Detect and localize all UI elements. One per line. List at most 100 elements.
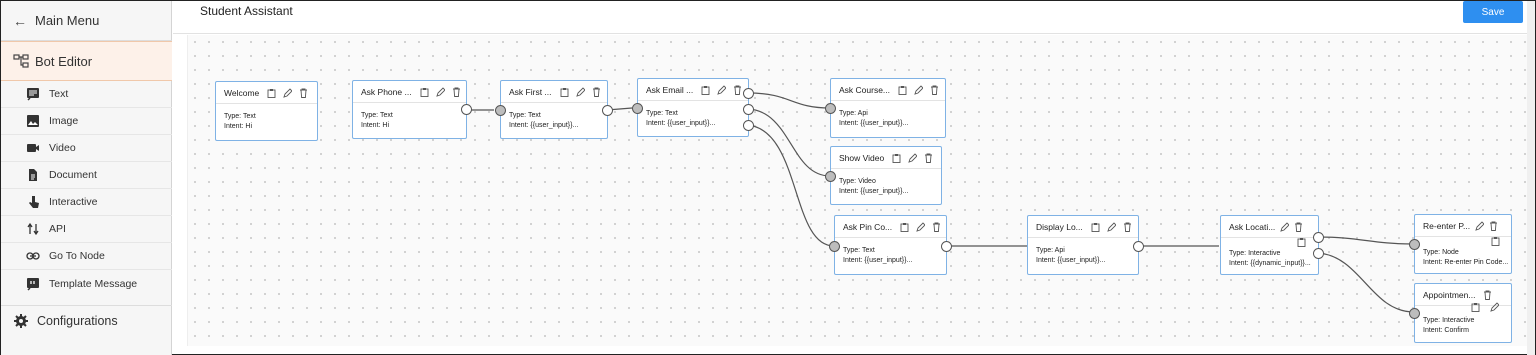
api-icon	[26, 222, 40, 236]
output-port[interactable]	[1313, 232, 1324, 243]
edit-icon[interactable]	[1490, 302, 1499, 312]
clipboard-icon[interactable]	[892, 153, 901, 163]
clipboard-icon[interactable]	[420, 87, 429, 97]
sidebar: ← Main Menu Bot Editor Text Image Video …	[1, 1, 172, 355]
node-title: Ask Email ...	[646, 84, 694, 95]
clipboard-icon[interactable]	[1297, 237, 1306, 247]
output-port[interactable]	[743, 104, 754, 115]
flow-node-ask-email[interactable]: Ask Email ... Type: Text Intent: {{user_i…	[632, 78, 754, 137]
gear-icon	[13, 313, 29, 329]
output-port[interactable]	[743, 120, 754, 131]
delete-icon[interactable]	[1489, 221, 1498, 231]
node-intent: Intent: Confirm	[1423, 327, 1469, 334]
node-intent: Intent: {{user_input}}...	[646, 120, 716, 127]
clipboard-icon[interactable]	[1491, 236, 1500, 246]
node-type: Type: Api	[839, 110, 868, 117]
edit-icon[interactable]	[435, 86, 445, 97]
sidebar-item-interactive[interactable]: Interactive	[1, 189, 172, 216]
node-type: Type: Text	[509, 112, 541, 119]
main-menu-link[interactable]: ← Main Menu	[1, 1, 172, 41]
bot-editor-tab[interactable]: Bot Editor	[1, 41, 172, 81]
clipboard-icon[interactable]	[900, 222, 909, 232]
input-port[interactable]	[1409, 308, 1420, 319]
delete-icon[interactable]	[452, 87, 461, 97]
configurations-label: Configurations	[37, 313, 118, 328]
edit-icon[interactable]	[283, 87, 293, 98]
clipboard-icon[interactable]	[1091, 222, 1100, 232]
output-port[interactable]	[602, 105, 613, 116]
flow-node-ask-first[interactable]: Ask First ... Type: Text Intent: {{user_i…	[495, 80, 613, 139]
clipboard-icon[interactable]	[267, 88, 276, 98]
edit-icon[interactable]	[717, 84, 727, 95]
sidebar-item-document[interactable]: Document	[1, 162, 172, 189]
input-port[interactable]	[1409, 239, 1420, 250]
flow-node-re-enter-pin[interactable]: Re-enter P... Type: Node Intent: Re-enter…	[1409, 214, 1512, 274]
input-port[interactable]	[825, 103, 836, 114]
edit-icon[interactable]	[575, 86, 585, 97]
node-title: Appointmen...	[1423, 289, 1476, 300]
sidebar-item-video[interactable]: Video	[1, 135, 172, 162]
edit-icon[interactable]	[916, 221, 926, 232]
delete-icon[interactable]	[930, 85, 939, 95]
node-intent: Intent: Re-enter Pin Code...	[1423, 259, 1509, 266]
sidebar-item-image[interactable]: Image	[1, 108, 172, 135]
vertical-scrollbar[interactable]	[1527, 1, 1535, 355]
delete-icon[interactable]	[1483, 290, 1492, 300]
flow-node-display-location[interactable]: Display Lo... Type: Api Intent: {{user_in…	[1027, 215, 1144, 275]
clipboard-icon[interactable]	[1471, 302, 1480, 312]
sidebar-item-label: API	[49, 223, 66, 235]
delete-icon[interactable]	[592, 87, 601, 97]
node-intent: Intent: {{user_input}}...	[839, 188, 909, 195]
flow-node-ask-phone[interactable]: Ask Phone ... Type: Text Intent: Hi	[352, 80, 472, 139]
edit-icon[interactable]	[914, 84, 924, 95]
flow-node-appointment[interactable]: Appointmen... Type: Interactive Intent: C…	[1409, 283, 1512, 343]
sidebar-item-api[interactable]: API	[1, 216, 172, 243]
edit-icon[interactable]	[1280, 221, 1290, 232]
main-menu-label: Main Menu	[35, 13, 100, 28]
node-type: Type: Interactive	[1229, 250, 1281, 257]
node-intent: Intent: {{dynamic_input}}...	[1229, 260, 1311, 267]
output-port[interactable]	[743, 88, 754, 99]
page-title: Student Assistant	[200, 4, 293, 18]
edit-icon[interactable]	[1107, 221, 1116, 232]
output-port[interactable]	[1313, 248, 1324, 259]
delete-icon[interactable]	[1294, 222, 1303, 232]
node-intent: Intent: {{user_input}}...	[839, 120, 909, 127]
input-port[interactable]	[829, 241, 840, 252]
input-port[interactable]	[825, 171, 836, 182]
sidebar-item-label: Video	[49, 142, 76, 154]
delete-icon[interactable]	[299, 88, 308, 98]
node-intent: Intent: {{user_input}}...	[843, 257, 913, 264]
sidebar-item-go-to-node[interactable]: Go To Node	[1, 243, 172, 270]
delete-icon[interactable]	[1123, 222, 1132, 232]
input-port[interactable]	[495, 105, 506, 116]
node-type: Type: Video	[839, 178, 876, 185]
output-port[interactable]	[461, 104, 472, 115]
delete-icon[interactable]	[932, 222, 941, 232]
flow-node-show-video[interactable]: Show Video Type: Video Intent: {{user_inp…	[825, 146, 942, 205]
output-port[interactable]	[1133, 241, 1144, 252]
sidebar-item-template-message[interactable]: Template Message	[1, 270, 172, 297]
node-title: Ask Locati...	[1229, 221, 1276, 232]
flow-node-welcome[interactable]: Welcome Type: Text Intent: Hi	[215, 81, 318, 141]
clipboard-icon[interactable]	[898, 85, 907, 95]
configurations-link[interactable]: Configurations	[1, 305, 172, 335]
input-port[interactable]	[632, 103, 643, 114]
delete-icon[interactable]	[733, 85, 742, 95]
sidebar-item-text[interactable]: Text	[1, 81, 172, 108]
node-header: Ask Phone ...	[353, 81, 466, 103]
clipboard-icon[interactable]	[701, 85, 710, 95]
app-window: ← Main Menu Bot Editor Text Image Video …	[0, 0, 1536, 355]
node-title: Ask Course...	[839, 84, 891, 95]
delete-icon[interactable]	[924, 153, 933, 163]
flow-node-ask-pin-code[interactable]: Ask Pin Co... Type: Text Intent: {{user_i…	[829, 215, 952, 275]
flow-node-ask-location[interactable]: Ask Locati... Type: Interactive Intent: {…	[1220, 215, 1324, 275]
edit-icon[interactable]	[908, 152, 918, 163]
flow-node-ask-course[interactable]: Ask Course... Type: Api Intent: {{user_in…	[825, 78, 946, 138]
clipboard-icon[interactable]	[560, 87, 569, 97]
output-port[interactable]	[941, 241, 952, 252]
interactive-icon	[26, 195, 40, 209]
node-title: Ask Pin Co...	[843, 221, 893, 232]
edit-icon[interactable]	[1475, 220, 1485, 231]
save-button[interactable]: Save	[1463, 1, 1523, 23]
